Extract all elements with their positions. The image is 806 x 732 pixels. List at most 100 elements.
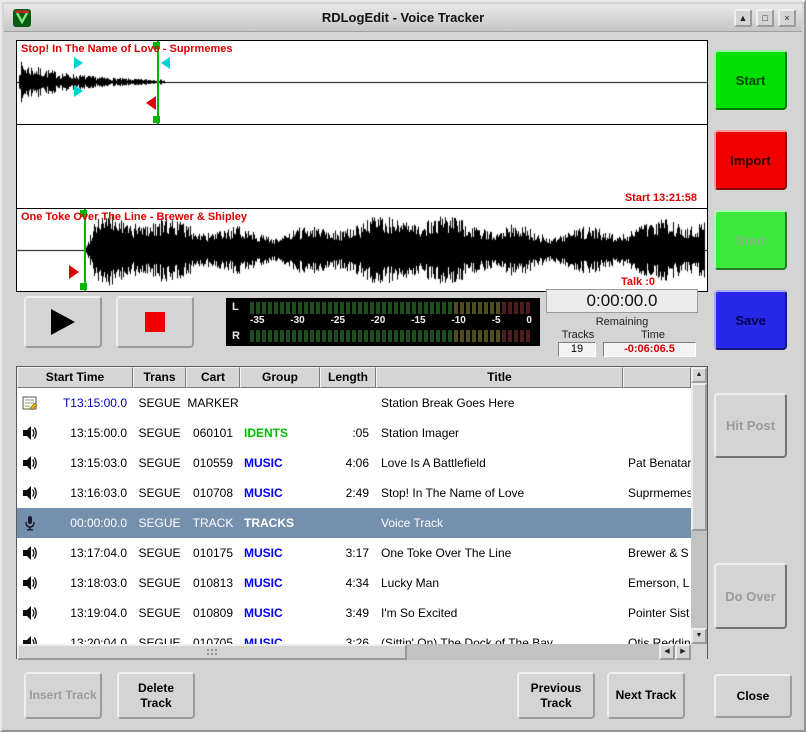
play-icon (51, 309, 75, 335)
delete-track-button[interactable]: Delete Track (117, 672, 195, 719)
row-title: Stop! In The Name of Love (376, 478, 623, 508)
shade-button[interactable]: ▲ (734, 9, 752, 27)
start-time-label: Start 13:21:58 (625, 192, 697, 204)
insert-track-button[interactable]: Insert Track (24, 672, 102, 719)
left-meter-leds (250, 302, 534, 314)
column-header[interactable]: Length (320, 367, 376, 388)
row-cart: 010813 (186, 568, 240, 598)
mic-icon (17, 515, 43, 531)
log-row[interactable]: 13:19:04.0SEGUE010809MUSIC3:49I'm So Exc… (17, 598, 691, 628)
log-row[interactable]: 13:17:04.0SEGUE010175MUSIC3:17One Toke O… (17, 538, 691, 568)
track1-title: Stop! In The Name of Love - Suprmemes (21, 43, 232, 55)
row-trans: SEGUE (133, 568, 186, 598)
column-header[interactable]: Start Time (17, 367, 133, 388)
stop-button[interactable] (116, 296, 194, 348)
row-length: 4:34 (320, 568, 376, 598)
scroll-down-icon[interactable]: ▼ (691, 628, 707, 644)
track1-waveform-panel[interactable]: Stop! In The Name of Love - Suprmemes (17, 41, 707, 125)
row-length (320, 388, 376, 418)
row-title: Station Break Goes Here (376, 388, 623, 418)
row-cart: TRACK (186, 508, 240, 538)
log-row[interactable]: T13:15:00.0SEGUEMARKERStation Break Goes… (17, 388, 691, 418)
log-row[interactable]: 13:15:03.0SEGUE010559MUSIC4:06Love Is A … (17, 448, 691, 478)
close-window-button[interactable]: × (778, 9, 796, 27)
scroll-right-icon[interactable]: ▶ (675, 644, 691, 660)
speaker-icon (17, 575, 43, 591)
marker-handle-icon[interactable] (153, 116, 160, 123)
row-trans: SEGUE (133, 598, 186, 628)
row-length (320, 508, 376, 538)
scroll-left-icon[interactable]: ◀ (659, 644, 675, 660)
right-channel-label: R (232, 330, 246, 342)
column-header[interactable]: Cart (186, 367, 240, 388)
horizontal-scroll-thumb[interactable] (17, 644, 407, 660)
segue-start-marker-icon[interactable] (74, 57, 83, 69)
log-row[interactable]: 13:18:03.0SEGUE010813MUSIC4:34Lucky ManE… (17, 568, 691, 598)
start-track1-button[interactable]: Start (714, 50, 787, 110)
row-cart: 010559 (186, 448, 240, 478)
column-header[interactable] (623, 367, 691, 388)
voicetrack-panel[interactable]: Start 13:21:58 (17, 125, 707, 209)
row-artist (623, 418, 691, 448)
row-title: Lucky Man (376, 568, 623, 598)
start-track2-button[interactable]: Start (714, 210, 787, 270)
row-length: 3:49 (320, 598, 376, 628)
next-track-button[interactable]: Next Track (607, 672, 685, 719)
do-over-button[interactable]: Do Over (714, 563, 787, 629)
log-row[interactable]: 13:16:03.0SEGUE010708MUSIC2:49Stop! In T… (17, 478, 691, 508)
save-button[interactable]: Save (714, 290, 787, 350)
titlebar[interactable]: RDLogEdit - Voice Tracker ▲ □ × (4, 4, 802, 32)
log-row[interactable]: 00:00:00.0SEGUETRACKTRACKSVoice Track (17, 508, 691, 538)
row-start-time: 13:17:04.0 (43, 538, 133, 568)
column-header[interactable]: Trans (133, 367, 186, 388)
vertical-scroll-thumb[interactable] (691, 383, 707, 531)
tracker-waveform-area: Stop! In The Name of Love - Suprmemes St… (16, 40, 708, 292)
row-length: :05 (320, 418, 376, 448)
column-header[interactable]: Group (240, 367, 320, 388)
scrollbar-grip (207, 649, 218, 656)
row-group: IDENTS (240, 418, 320, 448)
speaker-icon (17, 455, 43, 471)
row-trans: SEGUE (133, 508, 186, 538)
row-group: MUSIC (240, 478, 320, 508)
play-button[interactable] (24, 296, 102, 348)
vertical-scrollbar[interactable]: ▲ ▼ (691, 367, 707, 644)
left-channel-label: L (232, 301, 246, 313)
track2-waveform-panel[interactable]: One Toke Over The Line - Brewer & Shiple… (17, 209, 707, 291)
voice-tracker-window: RDLogEdit - Voice Tracker ▲ □ × Stop! In… (0, 0, 806, 732)
segue-start-marker-icon[interactable] (74, 85, 83, 97)
row-artist (623, 508, 691, 538)
row-trans: SEGUE (133, 478, 186, 508)
right-meter-leds (250, 330, 534, 342)
talk-time-label: Talk :0 (621, 276, 655, 288)
maximize-button[interactable]: □ (756, 9, 774, 27)
import-button[interactable]: Import (714, 130, 787, 190)
speaker-icon (17, 485, 43, 501)
row-cart: 010175 (186, 538, 240, 568)
row-start-time: 00:00:00.0 (43, 508, 133, 538)
remaining-label: Remaining (546, 316, 698, 328)
log-row[interactable]: 13:15:00.0SEGUE060101IDENTS:05Station Im… (17, 418, 691, 448)
horizontal-scrollbar[interactable]: ◀ ▶ (17, 644, 691, 660)
row-artist: Emerson, L (623, 568, 691, 598)
talk-marker-icon[interactable] (69, 265, 79, 279)
row-cart: 060101 (186, 418, 240, 448)
time-label: Time (618, 329, 688, 341)
scroll-up-icon[interactable]: ▲ (691, 367, 707, 383)
log-row[interactable]: 13:20:04.0SEGUE010705MUSIC3:26(Sittin' O… (17, 628, 691, 644)
column-header[interactable]: Title (376, 367, 623, 388)
row-start-time: 13:15:00.0 (43, 418, 133, 448)
row-group: MUSIC (240, 568, 320, 598)
close-button[interactable]: Close (714, 674, 792, 718)
fade-marker-icon[interactable] (146, 96, 156, 110)
row-length: 2:49 (320, 478, 376, 508)
segue-end-marker-icon[interactable] (161, 57, 170, 69)
hit-post-button[interactable]: Hit Post (714, 393, 787, 458)
previous-track-button[interactable]: Previous Track (517, 672, 595, 719)
audio-level-meter: L R -35-30-25-20-15-10-50 (226, 298, 540, 346)
marker-handle-icon[interactable] (80, 283, 87, 290)
status-block: 0:00:00.0 Remaining Tracks Time 19 -0:06… (546, 289, 698, 359)
elapsed-time-display: 0:00:00.0 (546, 289, 698, 313)
stop-icon (145, 312, 165, 332)
row-group (240, 388, 320, 418)
